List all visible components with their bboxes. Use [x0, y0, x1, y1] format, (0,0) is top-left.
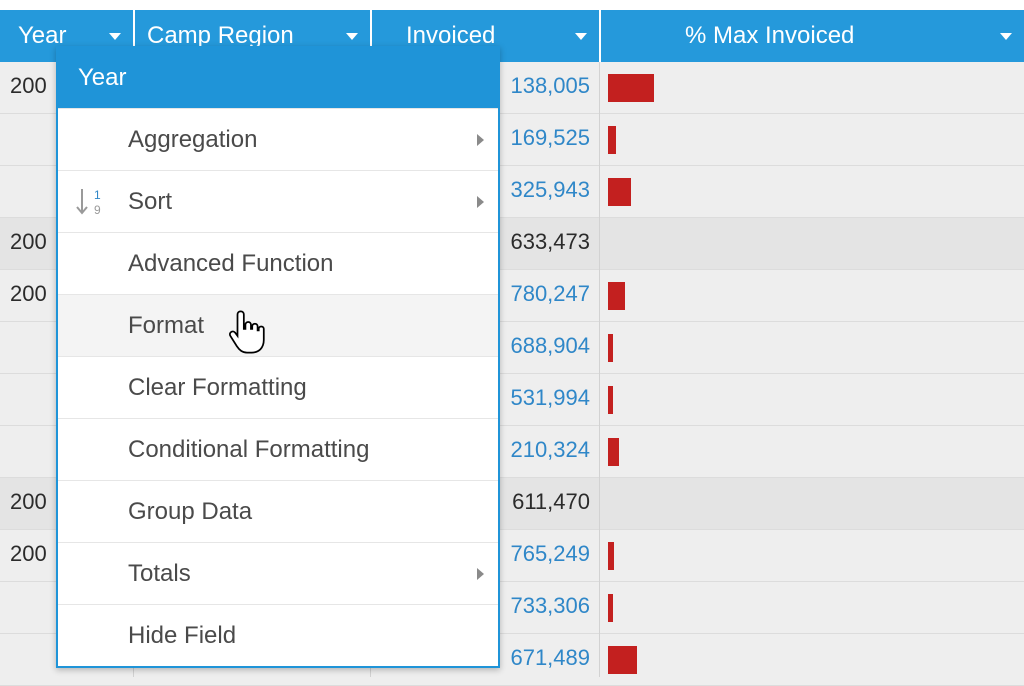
percent-max-bar [608, 386, 613, 414]
percent-max-bar [608, 438, 619, 466]
chevron-right-icon [477, 134, 484, 146]
menu-item-totals[interactable]: Totals [58, 542, 498, 604]
menu-item-label: Sort [128, 188, 173, 215]
column-divider [599, 62, 600, 677]
menu-item-group-data[interactable]: Group Data [58, 480, 498, 542]
chevron-right-icon [477, 568, 484, 580]
chevron-right-icon [477, 196, 484, 208]
cell-year: 200 [10, 489, 47, 514]
cell-year: 200 [10, 541, 47, 566]
percent-max-bar [608, 646, 637, 674]
svg-text:1: 1 [94, 188, 101, 202]
percent-max-bar [608, 178, 631, 206]
svg-text:9: 9 [94, 203, 101, 217]
column-header-max-invoiced-label: % Max Invoiced [685, 22, 855, 49]
percent-max-bar [608, 334, 613, 362]
percent-max-bar [608, 594, 613, 622]
chevron-down-icon[interactable] [109, 33, 121, 40]
cell-year: 200 [10, 229, 47, 254]
cell-year: 200 [10, 281, 47, 306]
menu-title: Year [58, 48, 498, 108]
column-context-menu: Year Aggregation 1 9 Sort Advanced Function F… [56, 46, 500, 668]
menu-item-label: Hide Field [128, 622, 237, 649]
cell-year: 200 [10, 73, 47, 98]
menu-item-label: Advanced Function [128, 250, 334, 277]
percent-max-bar [608, 74, 654, 102]
chevron-down-icon[interactable] [575, 33, 587, 40]
menu-item-label: Aggregation [128, 126, 258, 153]
menu-item-sort[interactable]: 1 9 Sort [58, 170, 498, 232]
column-header-max-invoiced[interactable]: % Max Invoiced [599, 10, 1024, 62]
menu-item-hide-field[interactable]: Hide Field [58, 604, 498, 666]
menu-item-clear-formatting[interactable]: Clear Formatting [58, 356, 498, 418]
percent-max-bar [608, 542, 614, 570]
hand-pointer-cursor-icon [229, 310, 265, 354]
percent-max-bar [608, 282, 625, 310]
menu-item-conditional-formatting[interactable]: Conditional Formatting [58, 418, 498, 480]
chevron-down-icon[interactable] [1000, 33, 1012, 40]
menu-items: Aggregation 1 9 Sort Advanced Function Format… [58, 108, 498, 666]
menu-item-aggregation[interactable]: Aggregation [58, 108, 498, 170]
menu-item-label: Format [128, 312, 205, 339]
menu-item-label: Group Data [128, 498, 253, 525]
sort-icon: 19 [76, 188, 101, 217]
menu-item-advanced-function[interactable]: Advanced Function [58, 232, 498, 294]
percent-max-bar [608, 126, 616, 154]
menu-item-label: Clear Formatting [128, 374, 307, 401]
menu-item-format[interactable]: Format [58, 294, 498, 356]
menu-item-label: Conditional Formatting [128, 436, 370, 463]
chevron-down-icon[interactable] [346, 33, 358, 40]
menu-item-label: Totals [128, 560, 191, 587]
